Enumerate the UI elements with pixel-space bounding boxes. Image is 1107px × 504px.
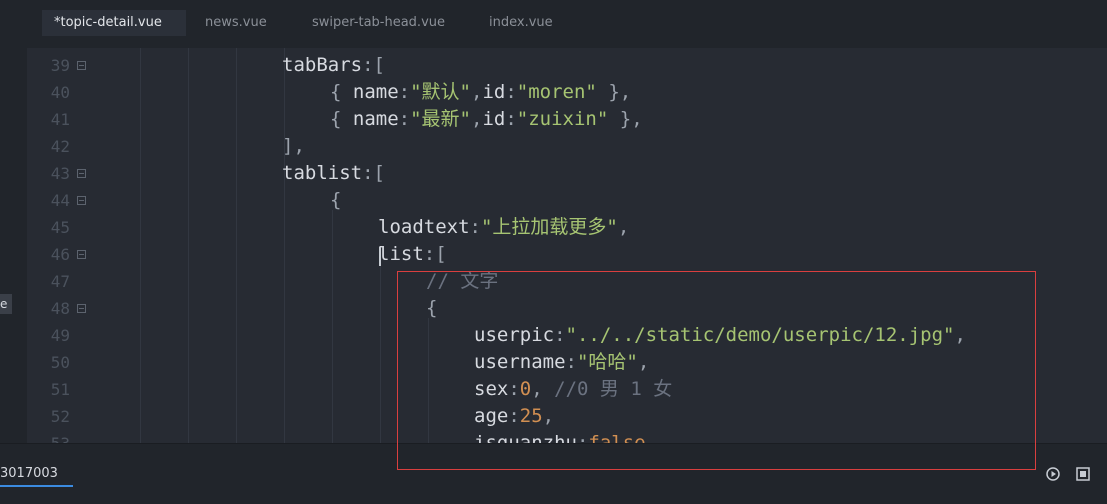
string-token: "最新": [410, 108, 471, 130]
code-line: 42 ],: [27, 133, 1107, 160]
line-number: 42: [50, 137, 70, 156]
fold-toggle-icon[interactable]: [77, 196, 86, 205]
line-number: 51: [50, 380, 70, 399]
run-icon[interactable]: [1046, 467, 1060, 481]
line-number: 45: [50, 218, 70, 237]
line-number: 47: [50, 272, 70, 291]
code-line: 45 loadtext:"上拉加载更多",: [27, 214, 1107, 241]
tab-index[interactable]: index.vue: [489, 10, 553, 36]
process-tab[interactable]: 3017003: [0, 466, 58, 481]
code-line: 40 { name:"默认",id:"moren" },: [27, 79, 1107, 106]
line-number: 46: [50, 245, 70, 264]
fold-toggle-icon[interactable]: [77, 169, 86, 178]
code-token: loadtext: [378, 216, 470, 238]
line-number: 50: [50, 353, 70, 372]
active-tab-underline: [0, 485, 73, 487]
line-number: 39: [50, 56, 70, 75]
code-line: 44 {: [27, 187, 1107, 214]
code-token: tablist: [282, 162, 363, 184]
code-line: 41 { name:"最新",id:"zuixin" },: [27, 106, 1107, 133]
stop-icon[interactable]: [1076, 467, 1090, 481]
code-token: list: [378, 243, 424, 265]
left-sidebar-strip: e: [0, 0, 27, 443]
string-token: "zuixin": [516, 108, 609, 130]
line-number: 43: [50, 164, 70, 183]
code-line: 39 tabBars:[: [27, 52, 1107, 79]
fold-toggle-icon[interactable]: [77, 304, 86, 313]
line-number: 52: [50, 407, 70, 426]
editor-tab-bar: *topic-detail.vue news.vue swiper-tab-he…: [27, 0, 1107, 48]
code-token: name: [352, 108, 399, 130]
code-token: id: [482, 108, 506, 130]
line-number: 44: [50, 191, 70, 210]
sidebar-fragment[interactable]: e: [0, 294, 12, 314]
line-number: 40: [50, 83, 70, 102]
code-line: 43 tablist:[: [27, 160, 1107, 187]
line-number: 49: [50, 326, 70, 345]
line-number: 41: [50, 110, 70, 129]
tab-swiper-tab-head[interactable]: swiper-tab-head.vue: [312, 10, 445, 36]
code-token: id: [482, 81, 506, 103]
line-number: 53: [27, 430, 70, 443]
tab-topic-detail[interactable]: *topic-detail.vue: [42, 10, 186, 36]
string-token: "默认": [410, 81, 471, 103]
line-number: 48: [50, 299, 70, 318]
code-line: 46 list:[: [27, 241, 1107, 268]
code-token: tabBars: [282, 54, 363, 76]
string-token: "moren": [516, 81, 597, 103]
highlight-box: [397, 271, 1036, 470]
tab-news[interactable]: news.vue: [205, 10, 267, 36]
fold-toggle-icon[interactable]: [77, 61, 86, 70]
code-token: name: [352, 81, 399, 103]
fold-toggle-icon[interactable]: [77, 250, 86, 259]
string-token: "上拉加载更多": [480, 216, 618, 238]
text-cursor: [379, 247, 381, 266]
